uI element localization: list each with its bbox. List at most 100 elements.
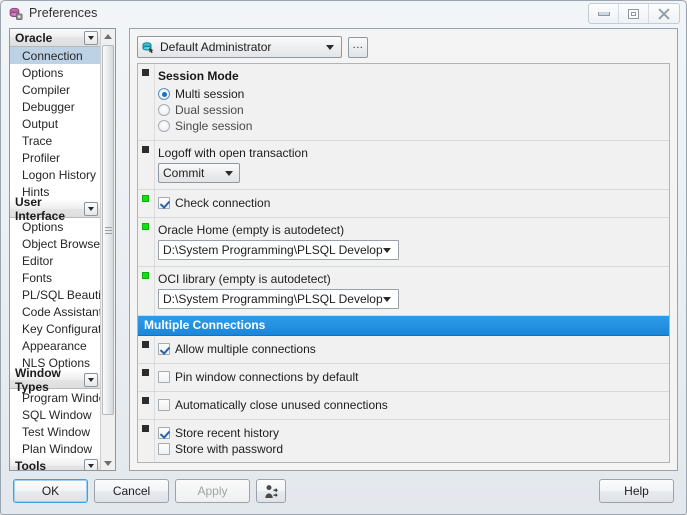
checkbox[interactable] — [158, 427, 170, 439]
sidebar-item-test-window[interactable]: Test Window — [10, 423, 100, 440]
row-divider — [154, 267, 155, 315]
import-export-user-button[interactable] — [256, 479, 286, 503]
sidebar-scrollbar[interactable] — [100, 29, 115, 470]
sidebar-group-user-interface[interactable]: User Interface — [10, 195, 100, 223]
scroll-down-arrow[interactable] — [101, 456, 115, 470]
checkbox-label: Allow multiple connections — [175, 342, 316, 356]
chevron-down-icon — [326, 44, 334, 50]
sidebar-group-dropdown-button[interactable] — [84, 30, 98, 45]
sidebar-item-sql-window[interactable]: SQL Window — [10, 406, 100, 423]
checkbox-option[interactable]: Store recent history — [158, 425, 664, 441]
sidebar-group-label: Oracle — [15, 30, 53, 45]
checkbox-label: Pin window connections by default — [175, 370, 359, 384]
sidebar-item-appearance[interactable]: Appearance — [10, 337, 100, 354]
checkbox-option[interactable]: Allow multiple connections — [158, 341, 664, 357]
logoff-transaction-select[interactable]: Commit — [158, 163, 240, 183]
checkbox-option[interactable]: Pin window connections by default — [158, 369, 664, 385]
maximize-icon — [628, 8, 639, 19]
close-button[interactable] — [649, 4, 679, 23]
sidebar-item-compiler[interactable]: Compiler — [10, 81, 100, 98]
sidebar-item-fonts[interactable]: Fonts — [10, 269, 100, 286]
radio-option[interactable]: Single session — [158, 118, 664, 134]
sidebar-group-dropdown-button[interactable] — [84, 202, 98, 216]
sidebar-item-code-assistant[interactable]: Code Assistant — [10, 303, 100, 320]
sidebar-group-dropdown-button[interactable] — [84, 459, 98, 470]
radio-option[interactable]: Dual session — [158, 102, 664, 118]
user-profile-icon — [141, 41, 155, 54]
chevron-down-icon — [88, 35, 94, 40]
status-marker-black — [142, 369, 149, 376]
option-row: Allow multiple connections — [138, 336, 669, 364]
radio-button[interactable] — [158, 120, 170, 132]
sidebar-item-trace[interactable]: Trace — [10, 132, 100, 149]
checkbox-label: Check connection — [175, 196, 271, 210]
radio-button[interactable] — [158, 104, 170, 116]
sidebar-item-plan-window[interactable]: Plan Window — [10, 440, 100, 457]
status-marker-green — [142, 272, 149, 279]
profile-select[interactable]: Default Administrator — [137, 36, 342, 58]
checkbox[interactable] — [158, 443, 170, 455]
checkbox[interactable] — [158, 343, 170, 355]
path-select[interactable]: D:\System Programming\PLSQL Developer\in… — [158, 289, 399, 309]
cancel-button[interactable]: Cancel — [94, 479, 169, 503]
scrollbar-thumb[interactable] — [102, 45, 114, 415]
row-divider — [154, 420, 155, 462]
scroll-up-arrow[interactable] — [101, 29, 115, 43]
checkbox[interactable] — [158, 399, 170, 411]
maximize-button[interactable] — [619, 4, 649, 23]
path-value: D:\System Programming\PLSQL Developer\in… — [163, 292, 383, 306]
checkbox[interactable] — [158, 197, 170, 209]
minimize-button[interactable] — [589, 4, 619, 23]
select-value: Commit — [163, 166, 205, 180]
profile-browse-button[interactable]: ... — [348, 36, 368, 58]
option-row: Store recent history Store with password — [138, 420, 669, 462]
minimize-icon — [597, 11, 610, 16]
scroll-down-icon — [104, 460, 112, 466]
sidebar-item-profiler[interactable]: Profiler — [10, 149, 100, 166]
sidebar-item-logon-history[interactable]: Logon History — [10, 166, 100, 183]
close-icon — [658, 8, 670, 19]
row-divider — [154, 190, 155, 217]
profile-value: Default Administrator — [160, 40, 272, 54]
sidebar-group-tools[interactable]: Tools — [10, 457, 100, 470]
sidebar-item-editor[interactable]: Editor — [10, 252, 100, 269]
radio-option[interactable]: Multi session — [158, 86, 664, 102]
option-row: Pin window connections by default — [138, 364, 669, 392]
row-divider — [154, 364, 155, 391]
checkbox[interactable] — [158, 371, 170, 383]
help-button[interactable]: Help — [599, 479, 674, 503]
status-marker-green — [142, 195, 149, 202]
sidebar-item-connection[interactable]: Connection — [10, 47, 100, 64]
settings-panel: Default Administrator ... Session Mode Mu… — [129, 28, 678, 471]
option-row: Check connection — [138, 190, 669, 218]
sidebar-group-dropdown-button[interactable] — [84, 373, 98, 387]
title-bar[interactable]: Preferences — [1, 1, 686, 25]
status-marker-black — [142, 397, 149, 404]
sidebar-item-options[interactable]: Options — [10, 218, 100, 235]
sidebar-item-pl-sql-beautifier[interactable]: PL/SQL Beautifier — [10, 286, 100, 303]
scroll-up-icon — [104, 33, 112, 39]
checkbox-option[interactable]: Store with password — [158, 441, 664, 457]
option-group-title: Session Mode — [158, 69, 239, 83]
option-row: Oracle Home (empty is autodetect) D:\Syst… — [138, 218, 669, 267]
sidebar-item-program-window[interactable]: Program Window — [10, 389, 100, 406]
checkbox-option[interactable]: Automatically close unused connections — [158, 397, 664, 413]
sidebar-group-window-types[interactable]: Window Types — [10, 366, 100, 394]
radio-label: Single session — [175, 119, 253, 133]
sidebar-item-debugger[interactable]: Debugger — [10, 98, 100, 115]
sidebar-item-options[interactable]: Options — [10, 64, 100, 81]
chevron-down-icon — [225, 170, 233, 176]
option-row: Session Mode Multi session Dual session Sin… — [138, 64, 669, 141]
path-select[interactable]: D:\System Programming\PLSQL Developer\in… — [158, 240, 399, 260]
option-row: OCI library (empty is autodetect) D:\Syst… — [138, 267, 669, 316]
ok-button[interactable]: OK — [13, 479, 88, 503]
apply-button: Apply — [175, 479, 250, 503]
sidebar-item-object-browser[interactable]: Object Browser — [10, 235, 100, 252]
options-list: Session Mode Multi session Dual session Sin… — [137, 63, 670, 463]
sidebar-item-output[interactable]: Output — [10, 115, 100, 132]
window-title: Preferences — [29, 6, 98, 20]
sidebar-item-key-configuration[interactable]: Key Configuration — [10, 320, 100, 337]
checkbox-option[interactable]: Check connection — [158, 195, 664, 211]
radio-button[interactable] — [158, 88, 170, 100]
sidebar-group-oracle[interactable]: Oracle — [10, 29, 100, 47]
